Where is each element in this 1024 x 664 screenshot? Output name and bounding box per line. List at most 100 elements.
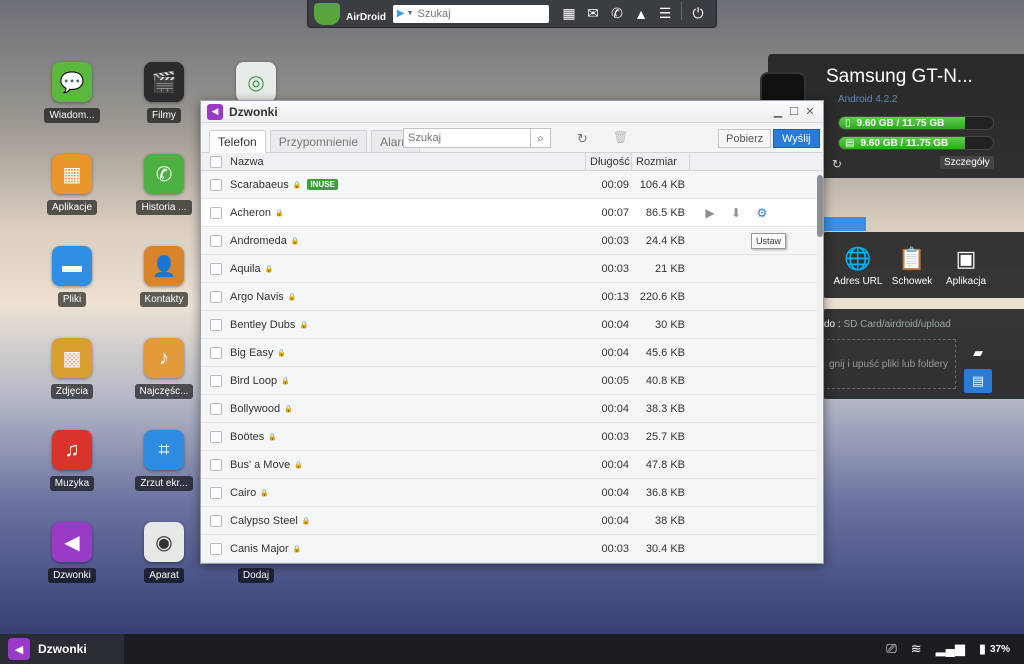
desktop-icon-radar[interactable]: ◎	[216, 62, 296, 102]
row-checkbox[interactable]	[210, 402, 222, 415]
ringtone-size: 45.6 KB	[645, 346, 685, 359]
desktop-icon[interactable]: 💬 Wiadom...	[32, 62, 112, 126]
maximize-icon[interactable]: ☐	[787, 105, 801, 118]
scrollbar-thumb[interactable]	[817, 175, 823, 237]
desktop-icon[interactable]: ▩ Zdjęcia	[32, 338, 112, 402]
tool-url[interactable]: 🌐 Adres URL	[828, 246, 888, 287]
column-size[interactable]: Rozmiar	[631, 152, 677, 171]
desktop-icon-label: Zrzut ekr...	[135, 476, 193, 491]
table-row[interactable]: Andromeda 🔒 00:03 24.4 KB	[201, 227, 823, 255]
top-search-input[interactable]	[417, 7, 538, 20]
phone-icon[interactable]: ✆	[605, 2, 629, 26]
row-checkbox[interactable]	[210, 262, 222, 275]
upload-file-button[interactable]: ▤	[964, 369, 992, 393]
details-button[interactable]: Szczegóły	[940, 156, 994, 169]
desktop-icon[interactable]: ♫ Muzyka	[32, 430, 112, 494]
table-row[interactable]: Scarabaeus 🔒 INUSE 00:09 106.4 KB	[201, 171, 823, 199]
ringtone-name-cell: Argo Navis 🔒	[230, 291, 297, 303]
desktop-icon[interactable]: 👤 Kontakty	[124, 246, 204, 310]
row-checkbox[interactable]	[210, 486, 222, 499]
tools-panel: 🌐 Adres URL 📋 Schowek ▣ Aplikacja	[822, 232, 1024, 298]
power-icon[interactable]: ⏻	[686, 2, 710, 26]
desktop-icon[interactable]: ⌗ Zrzut ekr...	[124, 430, 204, 494]
desktop-icon[interactable]: ▬ Pliki	[32, 246, 112, 310]
taskbar-app-dzwonki[interactable]: ◀ Dzwonki	[0, 634, 124, 664]
search-icon[interactable]: ⌕	[530, 129, 550, 147]
table-row[interactable]: Acheron 🔒 00:07 86.5 KB ▶ ⬇ ⚙	[201, 199, 823, 227]
refresh-icon[interactable]: ↻	[577, 131, 588, 147]
screen-mirror-icon[interactable]: ⎚	[886, 641, 896, 657]
window-search-input[interactable]	[404, 129, 530, 147]
tab-telefon[interactable]: Telefon	[209, 130, 266, 153]
storage-fill: ▤ 9.60 GB / 11.75 GB	[839, 137, 966, 149]
row-checkbox[interactable]	[210, 318, 222, 331]
lock-icon: 🔒	[277, 349, 287, 357]
desktop-icon[interactable]: ◉ Aparat	[124, 522, 204, 586]
ringtone-duration: 00:07	[601, 206, 629, 219]
top-search-box[interactable]: ▶ ▼	[392, 4, 549, 23]
table-row[interactable]: Bentley Dubs 🔒 00:04 30 KB	[201, 311, 823, 339]
table-row[interactable]: Big Easy 🔒 00:04 45.6 KB	[201, 339, 823, 367]
desktop-icon[interactable]: ◀ Dzwonki	[32, 522, 112, 586]
menu-icon[interactable]: ☰	[653, 2, 677, 26]
row-checkbox[interactable]	[210, 430, 222, 443]
grid-icon[interactable]: ▦	[557, 2, 581, 26]
table-row[interactable]: Bus' a Move 🔒 00:04 47.8 KB	[201, 451, 823, 479]
row-checkbox[interactable]	[210, 290, 222, 303]
ringtone-name-cell: Bentley Dubs 🔒	[230, 319, 308, 331]
desktop-icon[interactable]: 🎬 Filmy	[124, 62, 204, 126]
gear-icon[interactable]: ⚙	[749, 206, 775, 220]
tool-clipboard[interactable]: 📋 Schowek	[882, 246, 942, 287]
scrollbar[interactable]	[817, 171, 823, 563]
send-button[interactable]: Wyślij	[773, 129, 820, 148]
desktop-icon[interactable]: ✆ Historia ...	[124, 154, 204, 218]
upload-path[interactable]: SD Card/airdroid/upload	[843, 319, 950, 330]
column-duration[interactable]: Długość	[585, 152, 630, 171]
row-checkbox[interactable]	[210, 514, 222, 527]
download-button[interactable]: Pobierz	[718, 129, 772, 148]
table-row[interactable]: Bollywood 🔒 00:04 38.3 KB	[201, 395, 823, 423]
row-checkbox[interactable]	[210, 234, 222, 247]
table-row[interactable]: Cairo 🔒 00:04 36.8 KB	[201, 479, 823, 507]
contacts-icon: 👤	[144, 246, 184, 286]
chevron-down-icon[interactable]: ▼	[407, 10, 414, 17]
bell-icon[interactable]: ▲	[629, 2, 653, 26]
trash-icon[interactable]: 🗑	[613, 130, 628, 144]
row-checkbox[interactable]	[210, 178, 222, 191]
play-icon[interactable]: ▶	[697, 206, 723, 220]
table-row[interactable]: Argo Navis 🔒 00:13 220.6 KB	[201, 283, 823, 311]
table-row[interactable]: Boötes 🔒 00:03 25.7 KB	[201, 423, 823, 451]
desktop-icon-label: Wiadom...	[44, 108, 100, 123]
table-row[interactable]: Calypso Steel 🔒 00:04 38 KB	[201, 507, 823, 535]
row-checkbox[interactable]	[210, 346, 222, 359]
table-row[interactable]: Bird Loop 🔒 00:05 40.8 KB	[201, 367, 823, 395]
upload-folder-button[interactable]: ▰	[964, 341, 992, 365]
table-row[interactable]: Canis Major 🔒 00:03 30.4 KB	[201, 535, 823, 563]
ringtone-name-cell: Calypso Steel 🔒	[230, 515, 311, 527]
row-checkbox[interactable]	[210, 206, 222, 219]
ringtone-name: Bollywood	[230, 402, 281, 415]
row-checkbox[interactable]	[210, 458, 222, 471]
drop-zone[interactable]: gnij i upuść pliki lub foldery	[822, 339, 956, 389]
speaker-icon: ◀	[8, 638, 30, 660]
window-search[interactable]: ⌕	[403, 128, 551, 148]
tool-app[interactable]: ▣ Aplikacja	[936, 246, 996, 287]
window-titlebar[interactable]: ◀ Dzwonki ▁ ☐ ✕	[201, 101, 823, 123]
column-name[interactable]: Nazwa	[230, 156, 264, 168]
desktop-icon[interactable]: ▦ Aplikacje	[32, 154, 112, 218]
select-all-checkbox[interactable]	[210, 155, 222, 168]
refresh-icon[interactable]: ↻	[832, 157, 842, 171]
storage-icon: ▯	[845, 117, 851, 129]
play-store-icon[interactable]: ▶	[397, 8, 405, 19]
table-row[interactable]: Aquila 🔒 00:03 21 KB	[201, 255, 823, 283]
row-checkbox[interactable]	[210, 374, 222, 387]
airdroid-topbar: AirDroid ▶ ▼ ▦ ✉ ✆ ▲ ☰ ⏻	[307, 0, 717, 28]
message-icon[interactable]: ✉	[581, 2, 605, 26]
tab-przypomnienie[interactable]: Przypomnienie	[269, 130, 368, 152]
close-icon[interactable]: ✕	[803, 105, 817, 118]
row-checkbox[interactable]	[210, 542, 222, 555]
minimize-icon[interactable]: ▁	[771, 105, 785, 118]
airdroid-logo[interactable]: AirDroid	[314, 2, 393, 25]
desktop-icon[interactable]: ♪ Najczęśc...	[124, 338, 204, 402]
download-icon[interactable]: ⬇	[723, 206, 749, 220]
